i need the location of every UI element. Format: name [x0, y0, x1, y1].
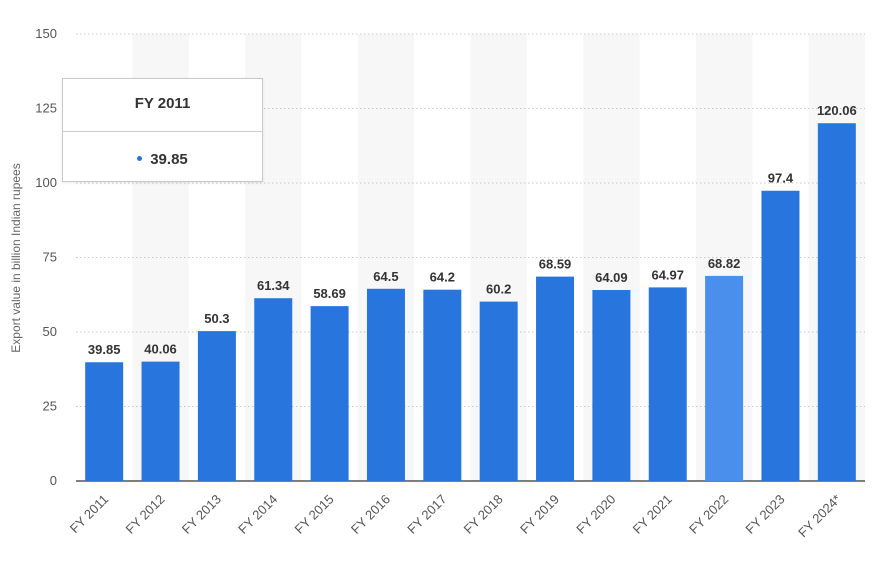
- data-label: 64.5: [373, 269, 398, 284]
- data-label: 68.59: [539, 257, 572, 272]
- x-tick-label: FY 2024*: [795, 492, 844, 541]
- data-label: 97.4: [768, 171, 794, 186]
- tooltip-body: 39.85: [63, 132, 262, 182]
- x-tick-label: FY 2018: [461, 492, 506, 537]
- y-axis-tick-labels: 0 25 50 75 100 125 150: [35, 26, 57, 488]
- data-label: 64.09: [595, 270, 628, 285]
- bar[interactable]: [479, 301, 518, 481]
- data-label: 68.82: [708, 256, 741, 271]
- bar[interactable]: [817, 123, 856, 482]
- bar[interactable]: [648, 287, 687, 481]
- data-label: 39.85: [88, 342, 121, 357]
- tooltip: FY 2011 39.85: [62, 78, 263, 182]
- data-label: 60.2: [486, 282, 511, 297]
- y-axis-label: Export value in billion Indian rupees: [9, 163, 23, 352]
- bar[interactable]: [85, 362, 124, 481]
- tooltip-title: FY 2011: [63, 79, 262, 132]
- bar[interactable]: [254, 298, 293, 481]
- data-label: 120.06: [817, 103, 857, 118]
- x-tick-label: FY 2019: [517, 492, 562, 537]
- data-label: 61.34: [257, 278, 290, 293]
- y-tick-label: 100: [35, 175, 57, 190]
- series-dot-icon: [137, 155, 143, 161]
- x-tick-label: FY 2015: [292, 492, 337, 537]
- bar[interactable]: [366, 288, 405, 481]
- x-tick-label: FY 2011: [67, 492, 112, 537]
- x-tick-label: FY 2017: [404, 492, 449, 537]
- data-label: 50.3: [204, 311, 229, 326]
- y-tick-label: 150: [35, 26, 57, 41]
- y-tick-label: 0: [50, 473, 57, 488]
- data-label: 40.06: [144, 342, 177, 357]
- x-tick-label: FY 2023: [742, 492, 787, 537]
- tooltip-value: 39.85: [150, 151, 188, 168]
- data-label: 58.69: [313, 286, 346, 301]
- x-tick-label: FY 2016: [348, 492, 393, 537]
- data-label: 64.2: [430, 270, 455, 285]
- bar[interactable]: [705, 275, 744, 481]
- bar[interactable]: [592, 290, 631, 481]
- x-tick-label: FY 2012: [122, 492, 167, 537]
- bar[interactable]: [197, 331, 236, 481]
- x-tick-label: FY 2014: [235, 492, 280, 537]
- y-tick-label: 75: [43, 250, 57, 265]
- x-axis-tick-labels: FY 2011 FY 2012 FY 2013 FY 2014 FY 2015 FY 20…: [67, 492, 844, 541]
- bar[interactable]: [761, 190, 800, 482]
- x-tick-label: FY 2021: [630, 492, 675, 537]
- y-tick-label: 25: [43, 399, 57, 414]
- x-tick-label: FY 2022: [686, 492, 731, 537]
- y-tick-label: 50: [43, 324, 57, 339]
- x-tick-label: FY 2013: [179, 492, 224, 537]
- bar[interactable]: [141, 361, 180, 481]
- y-tick-label: 125: [35, 101, 57, 116]
- x-tick-label: FY 2020: [573, 492, 618, 537]
- bar[interactable]: [423, 289, 462, 481]
- bar[interactable]: [536, 276, 575, 481]
- data-label: 64.97: [651, 267, 684, 282]
- bar[interactable]: [310, 306, 349, 481]
